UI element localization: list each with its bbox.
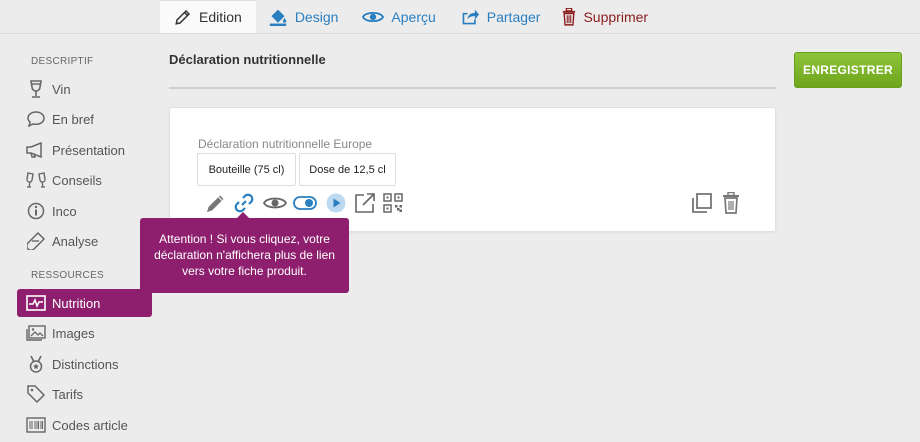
- card-label: Déclaration nutritionnelle Europe: [198, 137, 373, 151]
- tab-label: Partager: [486, 8, 541, 25]
- barcode-icon: [26, 415, 46, 435]
- sidebar-item-codes-article[interactable]: Codes article: [17, 411, 152, 439]
- sidebar-item-conseils[interactable]: Conseils: [17, 166, 152, 194]
- save-button[interactable]: ENREGISTRER: [794, 52, 902, 88]
- sidebar-item-analyse[interactable]: Analyse: [17, 227, 152, 255]
- qr-code-icon[interactable]: [381, 191, 405, 215]
- trash-icon: [563, 7, 576, 26]
- speech-bubble-icon: [26, 109, 46, 129]
- sidebar-item-label: Nutrition: [52, 295, 101, 311]
- section-label-descriptif: DESCRIPTIF: [31, 56, 94, 67]
- edit-icon[interactable]: [204, 191, 228, 215]
- sidebar-item-label: Analyse: [52, 233, 99, 249]
- sidebar-item-label: Inco: [52, 203, 77, 219]
- tab-label: Edition: [199, 9, 242, 25]
- tab-design[interactable]: Design: [256, 0, 351, 33]
- page-title: Déclaration nutritionnelle: [169, 52, 326, 67]
- sidebar-item-inco[interactable]: Inco: [17, 197, 152, 225]
- sidebar-item-label: Distinctions: [52, 356, 119, 372]
- pencil-icon: [175, 9, 191, 25]
- tabbar-divider: [0, 33, 920, 34]
- sidebar-item-distinctions[interactable]: Distinctions: [17, 350, 152, 378]
- top-tab-bar: Edition Design Aperçu Partager Supprimer: [160, 0, 920, 33]
- toggle-icon[interactable]: [293, 191, 317, 215]
- images-icon: [26, 323, 46, 343]
- sidebar-item-label: Codes article: [52, 417, 128, 433]
- tab-label: Aperçu: [391, 8, 436, 25]
- nutrition-declaration-card: Déclaration nutritionnelle Europe Boutei…: [169, 107, 776, 232]
- glasses-toast-icon: [26, 170, 46, 190]
- info-icon: [26, 201, 46, 221]
- sidebar-item-presentation[interactable]: Présentation: [17, 136, 152, 164]
- title-divider: [169, 87, 776, 89]
- play-icon[interactable]: [324, 191, 348, 215]
- eye-icon: [362, 11, 385, 22]
- paint-bucket-icon: [269, 9, 286, 26]
- sidebar-item-images[interactable]: Images: [17, 319, 152, 347]
- megaphone-icon: [26, 140, 46, 160]
- duplicate-icon[interactable]: [690, 191, 714, 215]
- pill-bouteille[interactable]: Bouteille (75 cl): [197, 153, 296, 186]
- sidebar-item-vin[interactable]: Vin: [17, 75, 152, 103]
- share-icon: [462, 9, 479, 24]
- sidebar-item-label: Vin: [52, 81, 71, 97]
- sidebar-item-tarifs[interactable]: Tarifs: [17, 380, 152, 408]
- sidebar-item-label: Images: [52, 325, 95, 341]
- price-tag-icon: [26, 384, 46, 404]
- sidebar-item-nutrition[interactable]: Nutrition: [17, 289, 152, 317]
- test-tube-icon: [26, 231, 46, 251]
- sidebar-item-label: Présentation: [52, 142, 125, 158]
- heartbeat-monitor-icon: [26, 293, 46, 313]
- tab-edition[interactable]: Edition: [160, 0, 256, 33]
- tab-label: Design: [294, 8, 339, 25]
- section-label-ressources: RESSOURCES: [31, 270, 105, 281]
- sidebar-item-label: En bref: [52, 111, 94, 127]
- tab-partager[interactable]: Partager: [448, 0, 553, 33]
- medal-icon: [26, 354, 46, 374]
- pill-dose[interactable]: Dose de 12,5 cl: [299, 153, 396, 186]
- wine-glass-icon: [26, 79, 46, 99]
- preview-eye-icon[interactable]: [263, 191, 287, 215]
- link-warning-tooltip: Attention ! Si vous cliquez, votre décla…: [140, 218, 349, 293]
- sidebar-item-label: Tarifs: [52, 386, 84, 402]
- delete-icon[interactable]: [719, 191, 743, 215]
- external-link-icon[interactable]: [353, 191, 377, 215]
- tab-apercu[interactable]: Aperçu: [350, 0, 447, 33]
- sidebar-item-en-bref[interactable]: En bref: [17, 105, 152, 133]
- tab-label: Supprimer: [583, 8, 649, 25]
- sidebar-item-label: Conseils: [52, 172, 102, 188]
- tab-supprimer[interactable]: Supprimer: [552, 0, 660, 33]
